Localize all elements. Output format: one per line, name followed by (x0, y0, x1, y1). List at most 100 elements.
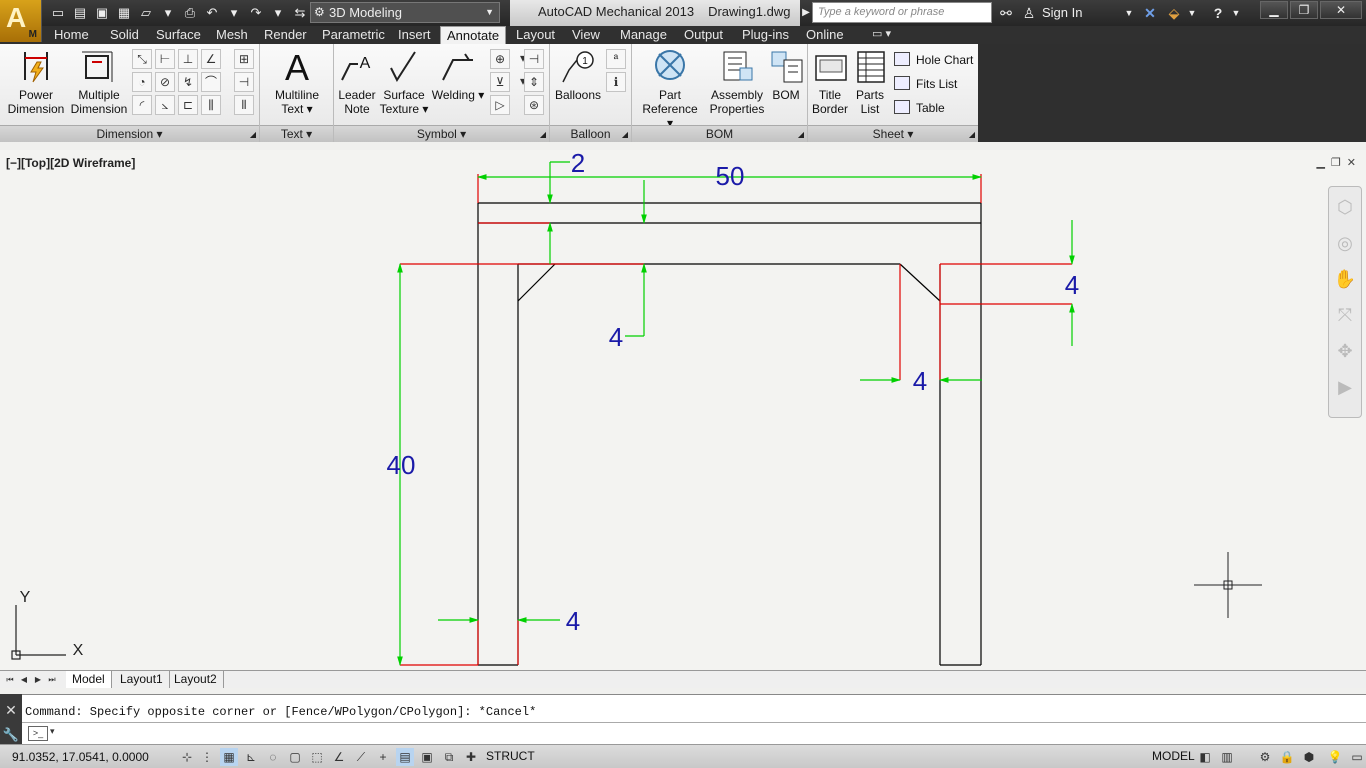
dim-text-2[interactable]: 2 (571, 150, 585, 178)
workspace-dropdown[interactable]: ⚙ 3D Modeling ▼ (310, 2, 500, 23)
radius-dimension-icon[interactable]: ◔ (132, 72, 152, 92)
fits-list-button[interactable]: Fits List (894, 75, 957, 93)
balloon-renumber-icon[interactable]: ª (606, 49, 626, 69)
object-snap-tracking-icon[interactable]: ∠ (330, 748, 348, 766)
diameter-dimension-icon[interactable]: ⊘ (155, 72, 175, 92)
first-layout-icon[interactable]: ⏮ (4, 673, 16, 686)
bom-button[interactable]: BOM (768, 48, 804, 102)
tab-layout2[interactable]: Layout2 (168, 671, 224, 688)
panel-title-sheet[interactable]: Sheet ▾ ◢ (808, 125, 978, 142)
sign-in-dropdown-icon[interactable]: ▼ (1122, 3, 1136, 23)
tab-layout1[interactable]: Layout1 (114, 671, 170, 688)
infer-constraints-icon[interactable]: ⊹ (178, 748, 196, 766)
vertical-dimension-icon[interactable]: ⊥ (178, 49, 198, 69)
title-border-button[interactable]: Title Border (812, 48, 848, 116)
new-file-icon[interactable]: ▭ (48, 4, 68, 22)
balloons-button[interactable]: 1 Balloons (552, 48, 604, 102)
assembly-properties-button[interactable]: Assembly Properties (706, 48, 768, 116)
search-expand-icon[interactable]: ▶ (800, 3, 812, 23)
center-mark-icon[interactable]: ⊛ (524, 95, 544, 115)
arc-length-icon[interactable]: ⌒ (201, 72, 221, 92)
publish-icon[interactable]: ▱ (136, 4, 156, 22)
panel-title-text[interactable]: Text ▾ (260, 125, 333, 142)
dimension-arrange-icon[interactable]: ⊞ (234, 49, 254, 69)
close-button[interactable]: ✕ (1320, 1, 1362, 19)
dynamic-ucs-icon[interactable]: ⟋ (352, 748, 370, 766)
welding-button[interactable]: Welding ▾ (430, 48, 486, 102)
dialog-launcher-icon[interactable]: ◢ (798, 126, 804, 143)
part-reference-button[interactable]: Part Reference ▾ (638, 48, 702, 130)
dim-text-40[interactable]: 40 (387, 450, 416, 480)
binoculars-icon[interactable]: ⚯ (996, 3, 1016, 23)
arc-dimension-icon[interactable]: ◜ (132, 95, 152, 115)
command-prompt-icon[interactable]: >_ (28, 726, 48, 741)
multiple-dimension-button[interactable]: Multiple Dimension (68, 48, 130, 116)
dim-text-4-wall[interactable]: 4 (913, 366, 927, 396)
datum-target-icon[interactable]: ⇕ (524, 72, 544, 92)
panel-title-symbol[interactable]: Symbol ▾ ◢ (334, 125, 549, 142)
application-menu-button[interactable]: A M (0, 0, 42, 42)
last-layout-icon[interactable]: ⏭ (46, 673, 58, 686)
plot-icon[interactable]: ⎙ (180, 4, 200, 22)
tab-annotate[interactable]: Annotate (440, 26, 507, 44)
showmotion-icon[interactable]: ▶ (1333, 375, 1357, 399)
hardware-acceleration-icon[interactable]: ⬢ (1300, 748, 1318, 766)
minimize-button[interactable]: ▁ (1260, 1, 1288, 19)
tab-home[interactable]: Home (48, 26, 95, 44)
tab-online[interactable]: Online (800, 26, 850, 44)
previous-layout-icon[interactable]: ◀ (18, 673, 30, 686)
tab-parametric[interactable]: Parametric (316, 26, 391, 44)
baseline-dimension-icon[interactable]: ⊏ (178, 95, 198, 115)
parts-list-button[interactable]: Parts List (852, 48, 888, 116)
drawing-canvas[interactable]: 2 50 4 4 4 40 4 Y X [−][Top][2D Wirefram… (0, 150, 1366, 670)
leader-note-button[interactable]: A Leader Note (336, 48, 378, 116)
undo-dropdown-icon[interactable]: ▾ (224, 4, 244, 22)
isolate-objects-icon[interactable]: 💡 (1326, 748, 1344, 766)
redo-icon[interactable]: ↷ (246, 4, 266, 22)
tab-output[interactable]: Output (678, 26, 729, 44)
stay-connected-dropdown-icon[interactable]: ▼ (1186, 3, 1198, 23)
angular-dimension-icon[interactable]: ∠ (201, 49, 221, 69)
dim-text-4-bottom[interactable]: 4 (566, 606, 580, 636)
dimension-space-icon[interactable]: ⫴ (234, 95, 254, 115)
panel-title-dimension[interactable]: Dimension ▾ ◢ (0, 125, 259, 142)
zoom-extents-icon[interactable]: ⤧ (1333, 303, 1357, 327)
linear-dimension-icon[interactable]: ⊢ (155, 49, 175, 69)
minimize-ribbon-icon[interactable]: ▭ ▾ (866, 26, 897, 44)
sign-in-button[interactable]: Sign In (1042, 5, 1082, 20)
restore-button[interactable]: ❐ (1290, 1, 1318, 19)
feature-control-frame-icon[interactable]: ⊕ (490, 49, 510, 69)
dialog-launcher-icon[interactable]: ◢ (250, 126, 256, 143)
ortho-mode-icon[interactable]: ⊾ (242, 748, 260, 766)
selection-cycling-icon[interactable]: ✚ (462, 748, 480, 766)
viewcube-icon[interactable]: ⬡ (1333, 195, 1357, 219)
workspace-switch-icon[interactable]: ⇆ (290, 4, 310, 22)
dynamic-input-icon[interactable]: + (374, 748, 392, 766)
continue-dimension-icon[interactable]: ⫼ (201, 95, 221, 115)
autodesk-360-icon[interactable]: ⬙ (1164, 3, 1184, 23)
quick-properties-icon[interactable]: ⧉ (440, 748, 458, 766)
viewport-restore-icon[interactable]: ❐ (1331, 156, 1341, 169)
grid-display-icon[interactable]: ▦ (220, 748, 238, 766)
taper-slope-icon[interactable]: ▷ (490, 95, 510, 115)
quick-view-layouts-icon[interactable]: ◧ (1196, 748, 1214, 766)
toolbar-lock-icon[interactable]: 🔒 (1278, 748, 1296, 766)
help-dropdown-icon[interactable]: ▼ (1230, 3, 1242, 23)
quick-view-drawings-icon[interactable]: ▥ (1218, 748, 1236, 766)
tab-solid[interactable]: Solid (104, 26, 145, 44)
pan-hand-icon[interactable]: ✋ (1333, 267, 1357, 291)
command-input[interactable]: >_ ▾ (22, 722, 1366, 744)
object-snap-icon[interactable]: ▢ (286, 748, 304, 766)
workspace-switching-icon[interactable]: ⚙ (1256, 748, 1274, 766)
3d-object-snap-icon[interactable]: ⬚ (308, 748, 326, 766)
save-icon[interactable]: ▣ (92, 4, 112, 22)
hole-chart-button[interactable]: Hole Chart (894, 51, 973, 69)
multiline-text-button[interactable]: A Multiline Text ▾ (266, 48, 328, 116)
struct-toggle[interactable]: STRUCT (486, 749, 535, 763)
angle-dimension-icon[interactable]: ⦣ (155, 95, 175, 115)
tab-plug-ins[interactable]: Plug-ins (736, 26, 795, 44)
exchange-icon[interactable]: ✕ (1140, 3, 1160, 23)
dropdown-arrow-icon[interactable]: ▾ (158, 4, 178, 22)
panel-title-balloon[interactable]: Balloon ◢ (550, 125, 631, 142)
balloon-align-icon[interactable]: ℹ (606, 72, 626, 92)
